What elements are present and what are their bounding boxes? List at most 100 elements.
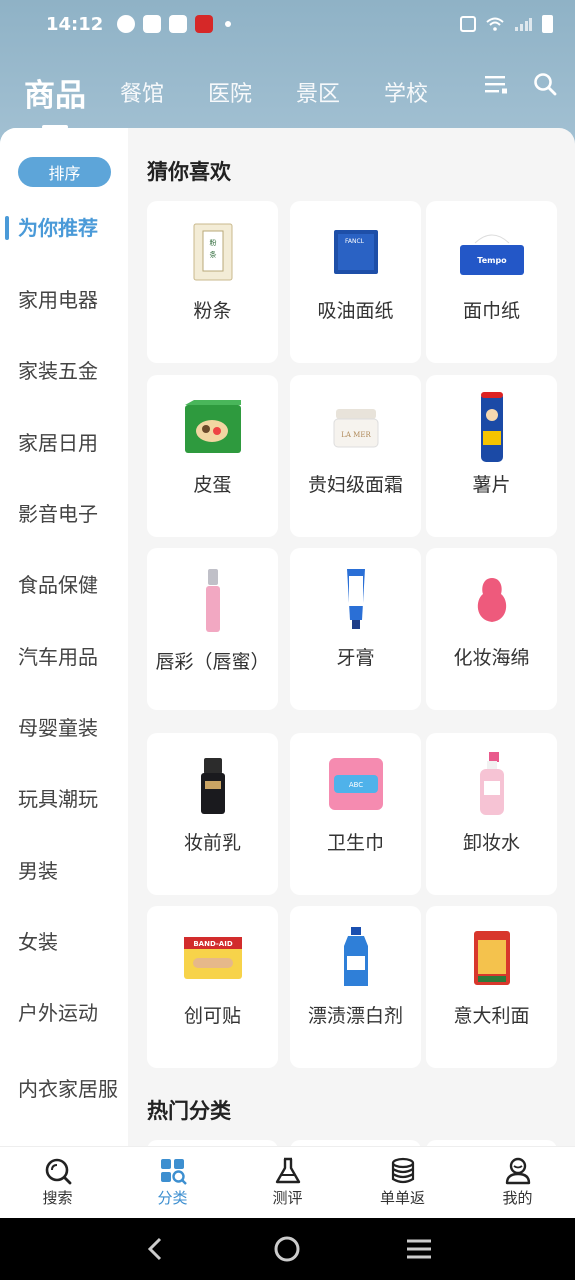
primer-bottle-icon — [200, 758, 225, 814]
product-card[interactable]: 漂渍漂白剂 — [290, 906, 421, 1068]
chips-can-icon — [480, 392, 503, 462]
vibrate-icon — [460, 16, 476, 32]
app-notification-icon — [195, 15, 214, 33]
product-card[interactable]: 妆前乳 — [147, 733, 278, 895]
product-name: 卫生巾 — [326, 832, 384, 854]
product-name: 薯片 — [472, 474, 511, 496]
tissue-box-icon: Tempo — [459, 234, 524, 275]
sidebar-item-auto[interactable]: 汽车用品 — [18, 642, 118, 672]
status-bar: 14:12 — [0, 0, 575, 48]
signal-icon — [515, 18, 532, 31]
nav-label: 测评 — [272, 1189, 303, 1207]
user-icon — [505, 1157, 530, 1185]
system-nav-bar — [0, 1218, 575, 1280]
preserved-egg-box-icon — [184, 400, 241, 453]
category-sidebar: 排序 为你推荐 家用电器 家装五金 家居日用 影音电子 食品保健 汽车用品 母婴… — [0, 128, 128, 1146]
tab-scenic[interactable]: 景区 — [296, 76, 340, 108]
product-card[interactable]: 唇彩（唇蜜） — [147, 548, 278, 710]
search-icon[interactable] — [533, 72, 557, 96]
toothpaste-icon — [346, 569, 365, 629]
sidebar-item-outdoor[interactable]: 户外运动 — [18, 998, 118, 1028]
bleach-bottle-icon — [343, 927, 368, 986]
makeup-remover-bottle-icon — [479, 752, 504, 815]
category-icon — [160, 1159, 187, 1185]
product-card[interactable]: 卸妆水 — [426, 733, 557, 895]
nav-search[interactable]: 搜索 — [0, 1147, 115, 1218]
mail-notification-icon-2 — [169, 15, 188, 33]
sidebar-item-underwear[interactable]: 内衣家居服 — [18, 1074, 118, 1104]
product-card[interactable]: BAND-AID 创可贴 — [147, 906, 278, 1068]
product-name: 面巾纸 — [462, 300, 520, 322]
sort-button[interactable]: 排序 — [18, 157, 111, 187]
sidebar-item-appliances[interactable]: 家用电器 — [18, 285, 118, 315]
product-name: 唇彩（唇蜜） — [155, 651, 270, 673]
product-name: 贵妇级面霜 — [307, 474, 403, 496]
nav-cashback[interactable]: 单单返 — [345, 1147, 460, 1218]
nav-profile[interactable]: 我的 — [460, 1147, 575, 1218]
sidebar-item-electronics[interactable]: 影音电子 — [18, 499, 118, 529]
product-card[interactable]: 意大利面 — [426, 906, 557, 1068]
product-card[interactable]: 化妆海绵 — [426, 548, 557, 710]
coins-icon — [391, 1157, 414, 1184]
bandaid-box-icon: BAND-AID — [183, 937, 242, 979]
sidebar-item-toys[interactable]: 玩具潮玩 — [18, 784, 118, 814]
sidebar-item-food[interactable]: 食品保健 — [18, 570, 118, 600]
product-card[interactable]: 皮蛋 — [147, 375, 278, 537]
mail-notification-icon — [143, 15, 162, 33]
product-name: 化妆海绵 — [453, 647, 530, 669]
svg-text:ABC: ABC — [348, 781, 362, 789]
product-card[interactable]: ABC 卫生巾 — [290, 733, 421, 895]
sidebar-item-household[interactable]: 家居日用 — [18, 428, 118, 458]
product-name: 粉条 — [193, 300, 232, 322]
blotting-paper-box-icon: FANCL — [333, 230, 378, 274]
nav-label: 搜索 — [42, 1189, 73, 1207]
vermicelli-pack-icon: 粉条 — [193, 223, 232, 281]
active-indicator — [5, 216, 9, 240]
svg-text:粉: 粉 — [209, 238, 216, 247]
recents-icon[interactable] — [403, 1233, 435, 1265]
bottom-nav: 搜索 分类 测评 单单返 我的 — [0, 1146, 575, 1218]
more-notifications-icon — [225, 21, 232, 27]
nav-label: 分类 — [157, 1189, 188, 1207]
product-card[interactable]: 粉条 粉条 — [147, 201, 278, 363]
wifi-icon — [486, 17, 504, 31]
face-cream-jar-icon: LA MER — [333, 409, 378, 448]
flask-icon — [275, 1157, 300, 1184]
sidebar-item-hardware[interactable]: 家装五金 — [18, 356, 118, 386]
nav-category[interactable]: 分类 — [115, 1147, 230, 1218]
sidebar-item-womenswear[interactable]: 女装 — [18, 927, 118, 957]
product-name: 漂渍漂白剂 — [307, 1005, 403, 1027]
sidebar-item-baby[interactable]: 母婴童装 — [18, 713, 118, 743]
product-name: 吸油面纸 — [317, 300, 394, 322]
section-title-hot: 热门分类 — [147, 1099, 231, 1123]
battery-icon — [542, 15, 553, 33]
tab-restaurant[interactable]: 餐馆 — [120, 76, 164, 108]
product-card[interactable]: 牙膏 — [290, 548, 421, 710]
makeup-sponge-icon — [477, 578, 506, 622]
tab-hospital[interactable]: 医院 — [208, 76, 252, 108]
tab-school[interactable]: 学校 — [384, 76, 428, 108]
svg-text:BAND-AID: BAND-AID — [193, 940, 232, 948]
product-card[interactable]: LA MER 贵妇级面霜 — [290, 375, 421, 537]
product-name: 卸妆水 — [462, 832, 520, 854]
menu-icon[interactable] — [485, 74, 507, 94]
content-panel: 排序 为你推荐 家用电器 家装五金 家居日用 影音电子 食品保健 汽车用品 母婴… — [0, 128, 575, 1146]
pasta-pack-icon — [473, 931, 510, 985]
home-icon[interactable] — [271, 1233, 303, 1265]
product-card[interactable]: Tempo 面巾纸 — [426, 201, 557, 363]
status-time: 14:12 — [46, 13, 104, 35]
sidebar-item-recommended[interactable]: 为你推荐 — [18, 213, 118, 243]
product-name: 意大利面 — [453, 1005, 530, 1027]
back-icon[interactable] — [140, 1233, 172, 1265]
svg-text:LA MER: LA MER — [341, 431, 371, 439]
product-panel: 猜你喜欢 粉条 粉条 FANCL 吸油面纸 Tempo 面巾纸 皮蛋 LA ME… — [128, 128, 575, 1146]
product-card[interactable]: FANCL 吸油面纸 — [290, 201, 421, 363]
product-card[interactable]: 薯片 — [426, 375, 557, 537]
svg-text:条: 条 — [209, 250, 216, 259]
sidebar-item-menswear[interactable]: 男装 — [18, 856, 118, 886]
tab-goods[interactable]: 商品 — [24, 70, 86, 115]
nav-review[interactable]: 测评 — [230, 1147, 345, 1218]
svg-text:Tempo: Tempo — [477, 256, 507, 265]
search-icon — [45, 1158, 71, 1185]
nav-label: 单单返 — [379, 1189, 425, 1207]
